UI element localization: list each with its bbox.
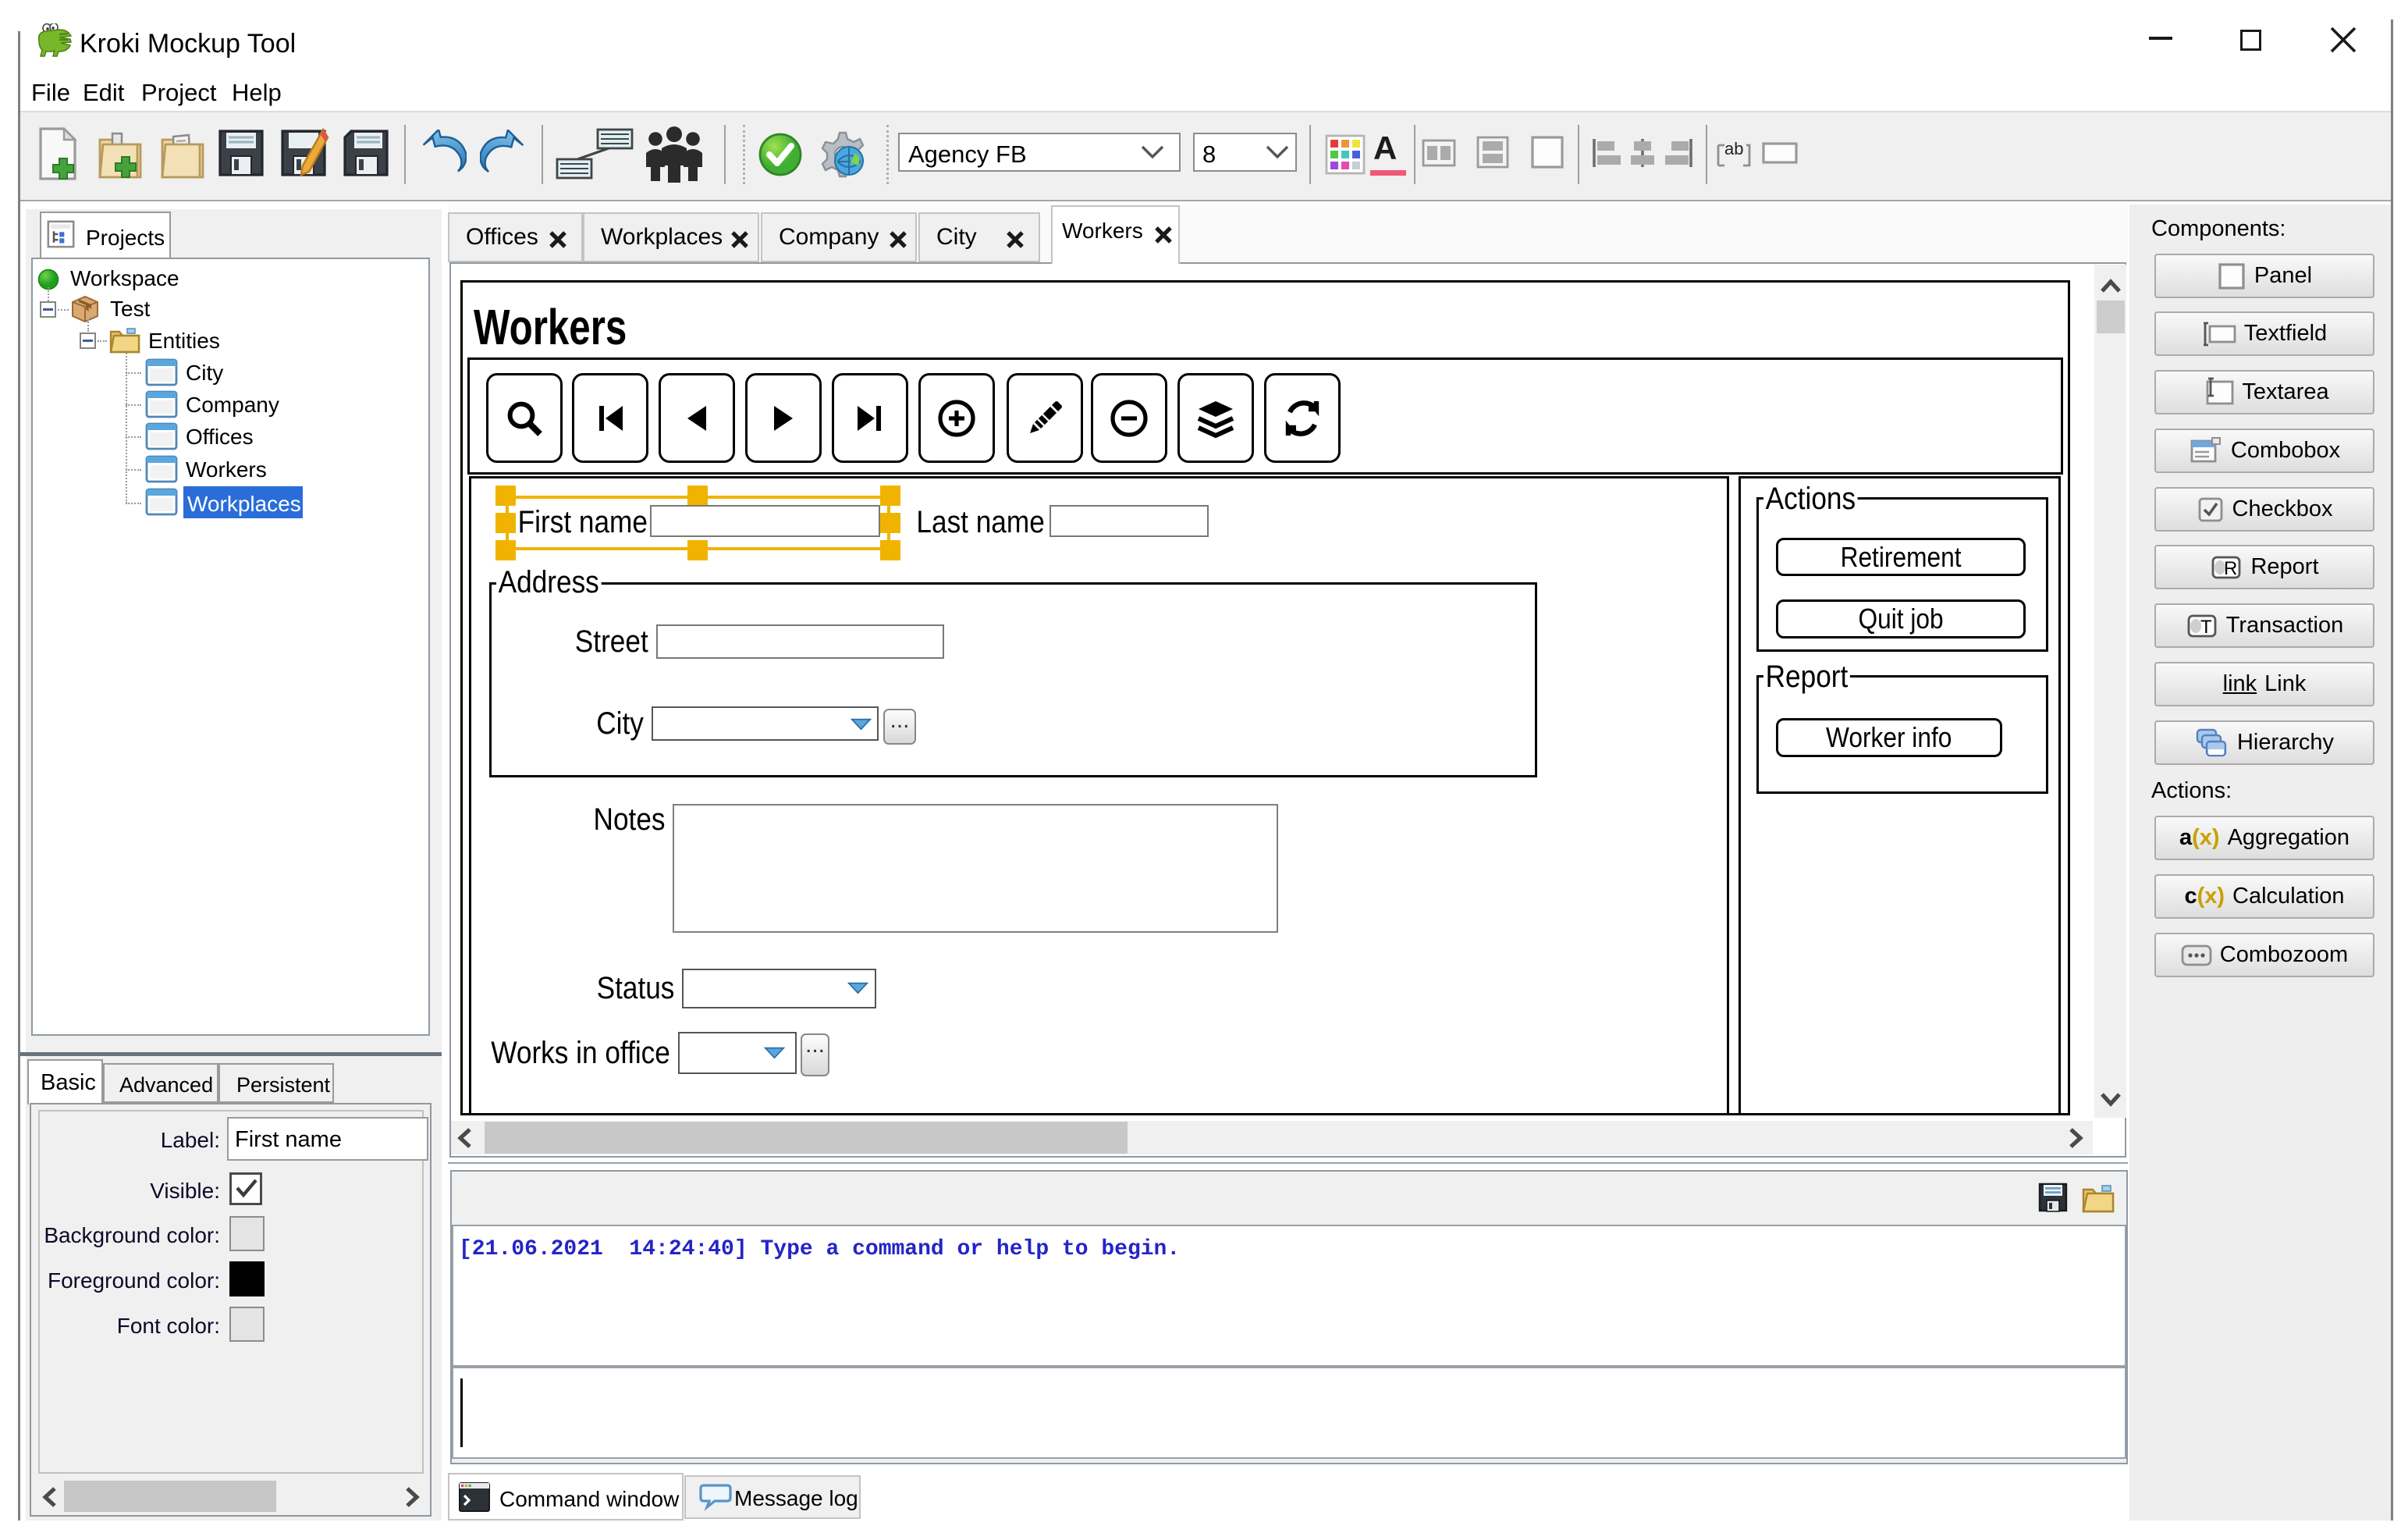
svg-text:ab: ab: [1724, 139, 1743, 158]
svg-text:R: R: [2224, 558, 2237, 579]
svg-text:T: T: [2200, 617, 2212, 638]
